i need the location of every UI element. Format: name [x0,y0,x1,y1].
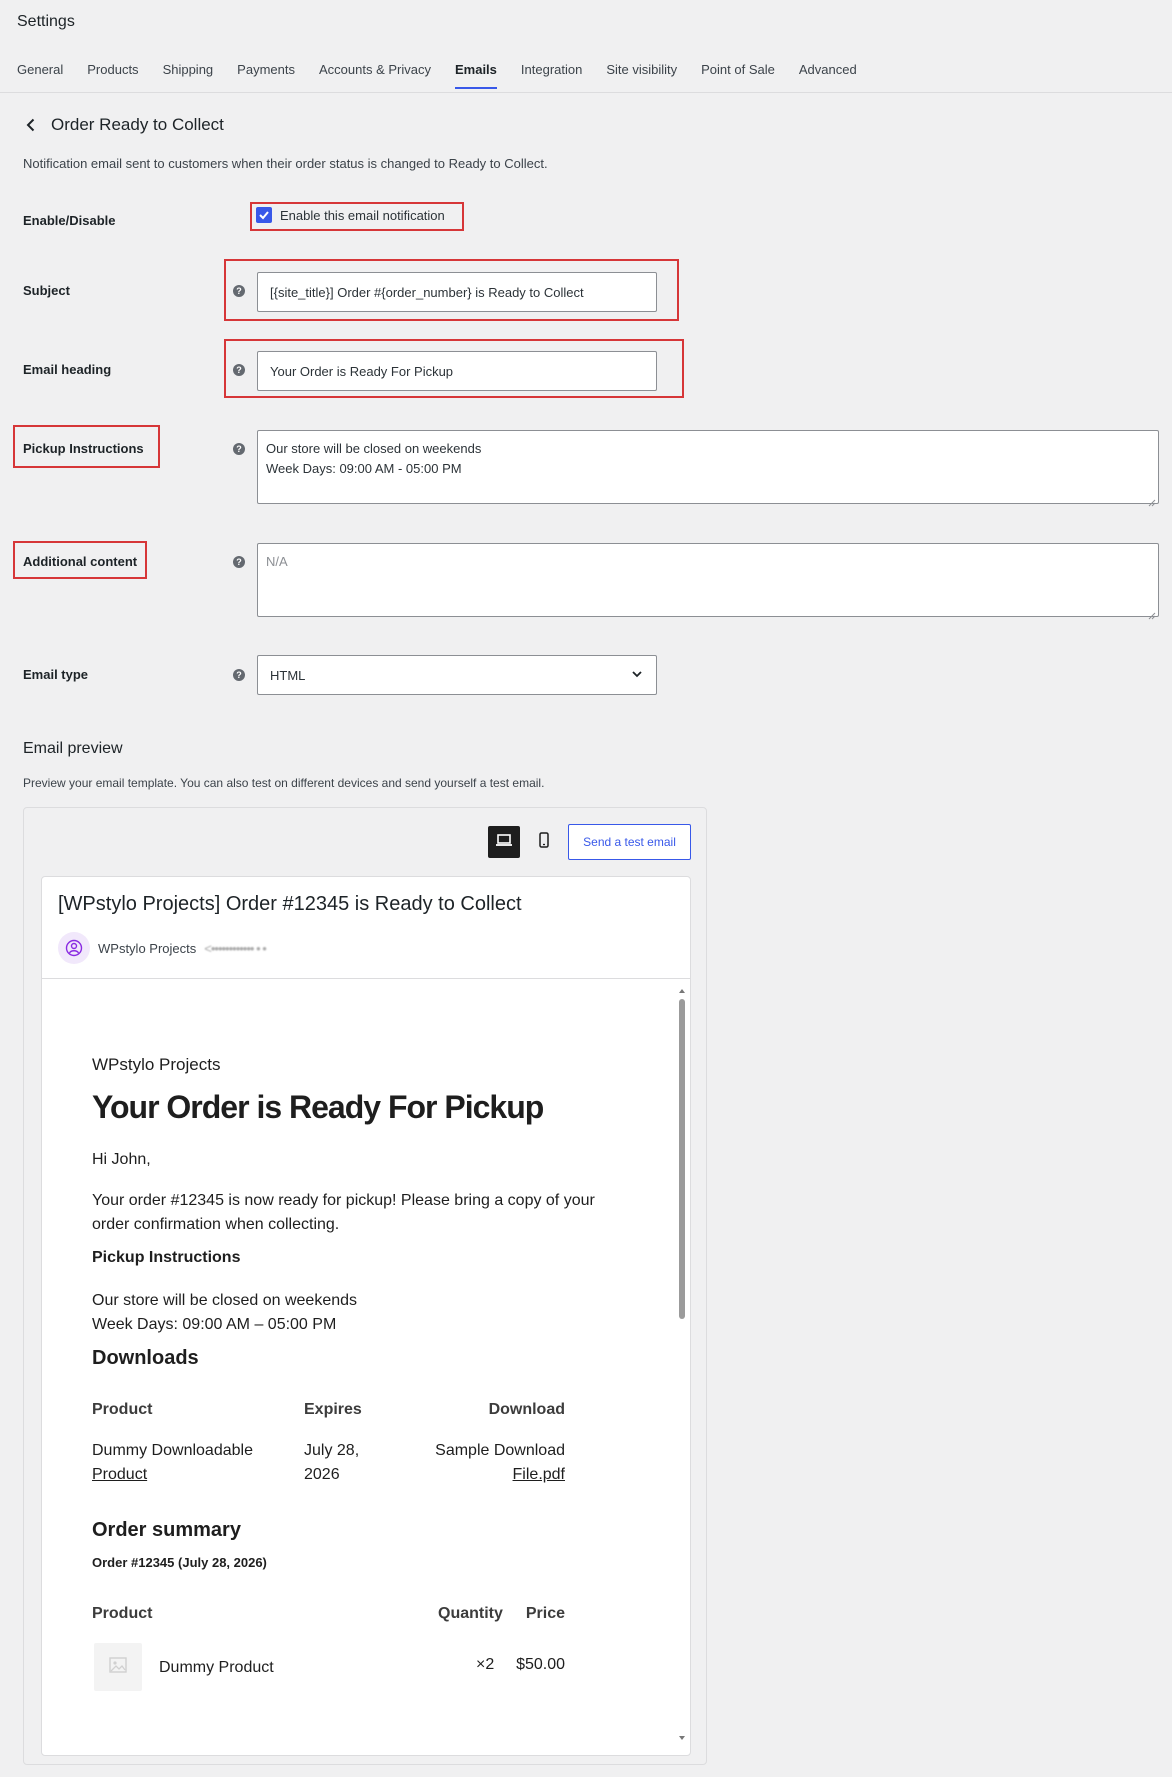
tab-products[interactable]: Products [87,62,138,89]
chevron-down-icon [630,667,644,684]
summary-header-product: Product [92,1605,153,1622]
email-type-label: Email type [23,667,89,682]
subject-value: [{site_title}] Order #{order_number} is … [270,284,584,300]
product-thumbnail [94,1643,142,1691]
additional-content-placeholder: N/A [266,554,288,569]
divider [42,978,690,979]
tab-advanced[interactable]: Advanced [799,62,857,89]
image-placeholder-icon [107,1654,129,1681]
laptop-icon [495,833,513,852]
summary-header-price: Price [525,1605,565,1622]
scrollbar-thumb[interactable] [679,999,685,1319]
help-icon[interactable]: ? [233,285,245,297]
download-product-line-1[interactable]: Dummy Downloadable [92,1439,253,1463]
downloads-header-download: Download [488,1401,565,1418]
pickup-instructions-title: Pickup Instructions [92,1249,241,1266]
enable-checkbox[interactable] [256,207,272,223]
help-icon[interactable]: ? [233,443,245,455]
email-preview-card: [WPstylo Projects] Order #12345 is Ready… [41,876,691,1756]
email-type-select[interactable]: HTML [257,655,657,695]
pickup-instructions-label: Pickup Instructions [23,441,144,456]
help-icon[interactable]: ? [233,364,245,376]
summary-header-quantity: Quantity [438,1605,503,1622]
resize-handle-icon[interactable] [1148,493,1156,507]
email-greeting: Hi John, [92,1151,151,1168]
avatar [58,932,90,964]
smartphone-icon [538,831,550,853]
email-heading-value: Your Order is Ready For Pickup [270,363,454,379]
tab-shipping[interactable]: Shipping [163,62,214,89]
pickup-text-line-2: Week Days: 09:00 AM – 05:00 PM [92,1316,337,1333]
send-test-email-button[interactable]: Send a test email [568,824,691,860]
tab-accounts-privacy[interactable]: Accounts & Privacy [319,62,431,89]
desktop-preview-button[interactable] [488,826,520,858]
tab-emails[interactable]: Emails [454,62,497,89]
email-title: Order Ready to Collect [51,115,224,134]
email-preview-panel: Send a test email [WPstylo Projects] Ord… [23,807,707,1765]
tab-site-visibility[interactable]: Site visibility [606,62,677,89]
download-file-cell: Sample Download File.pdf [435,1439,565,1487]
scroll-down-arrow-icon[interactable] [678,1734,686,1742]
pickup-text-line-1: Our store will be closed on weekends [92,1292,358,1309]
preview-scrollbar[interactable] [678,987,686,1742]
summary-item-name: Dummy Product [159,1659,274,1676]
email-settings-heading: Order Ready to Collect [23,115,224,135]
downloads-header-product: Product [92,1401,153,1418]
email-description: Notification email sent to customers whe… [23,156,548,171]
tab-payments[interactable]: Payments [237,62,295,89]
download-file-line-1[interactable]: Sample Download [435,1439,565,1463]
download-expires-line-2: 2026 [304,1466,340,1483]
download-product-cell: Dummy Downloadable Product [92,1439,253,1487]
pickup-instructions-text: Our store will be closed on weekends Wee… [92,1289,357,1337]
email-heading-text: Your Order is Ready For Pickup [92,1089,544,1125]
email-sender: WPstylo Projects <•••••••••••• • • [58,932,267,964]
email-preview-subject: [WPstylo Projects] Order #12345 is Ready… [58,893,522,915]
help-icon[interactable]: ? [233,669,245,681]
subject-input[interactable]: [{site_title}] Order #{order_number} is … [257,272,657,312]
sender-email: <•••••••••••• • • [204,940,267,956]
download-product-line-2[interactable]: Product [92,1463,253,1487]
subject-label: Subject [23,283,70,298]
order-summary-title: Order summary [92,1519,241,1541]
mobile-preview-button[interactable] [528,826,560,858]
download-expires-cell: July 28, 2026 [304,1439,359,1487]
email-store-name: WPstylo Projects [92,1055,221,1074]
help-icon[interactable]: ? [233,556,245,568]
downloads-header-expires: Expires [304,1401,362,1418]
tab-general[interactable]: General [17,62,63,89]
downloads-title: Downloads [92,1347,199,1369]
order-summary-number: Order #12345 (July 28, 2026) [92,1555,267,1570]
summary-item-quantity: ×2 [476,1656,495,1673]
additional-content-label: Additional content [23,554,138,569]
email-preview-title: Email preview [23,740,123,757]
tab-integration[interactable]: Integration [521,62,582,89]
page-title: Settings [17,13,75,30]
download-expires-line-1: July 28, [304,1442,360,1459]
email-preview-description: Preview your email template. You can als… [23,776,545,790]
settings-tabs: General Products Shipping Payments Accou… [17,62,881,89]
sender-name: WPstylo Projects [98,940,197,956]
email-type-value: HTML [270,667,306,683]
additional-content-textarea[interactable]: N/A [257,543,1159,620]
enable-label: Enable/Disable [23,213,116,228]
settings-header: Settings General Products Shipping Payme… [0,0,1172,93]
scroll-up-arrow-icon[interactable] [678,987,686,995]
pickup-line-1: Our store will be closed on weekends [266,441,482,456]
chevron-left-icon[interactable] [23,117,39,133]
pickup-instructions-textarea[interactable]: Our store will be closed on weekends Wee… [257,430,1159,507]
resize-handle-icon[interactable] [1148,606,1156,620]
pickup-line-2: Week Days: 09:00 AM - 05:00 PM [266,461,462,476]
enable-checkbox-row[interactable]: Enable this email notification [256,207,445,223]
download-file-line-2[interactable]: File.pdf [435,1463,565,1487]
email-message: Your order #12345 is now ready for picku… [92,1192,595,1233]
enable-checkbox-label: Enable this email notification [280,207,445,223]
email-heading-input[interactable]: Your Order is Ready For Pickup [257,351,657,391]
summary-item-price: $50.00 [516,1656,565,1673]
tab-point-of-sale[interactable]: Point of Sale [701,62,775,89]
email-heading-label: Email heading [23,362,112,377]
